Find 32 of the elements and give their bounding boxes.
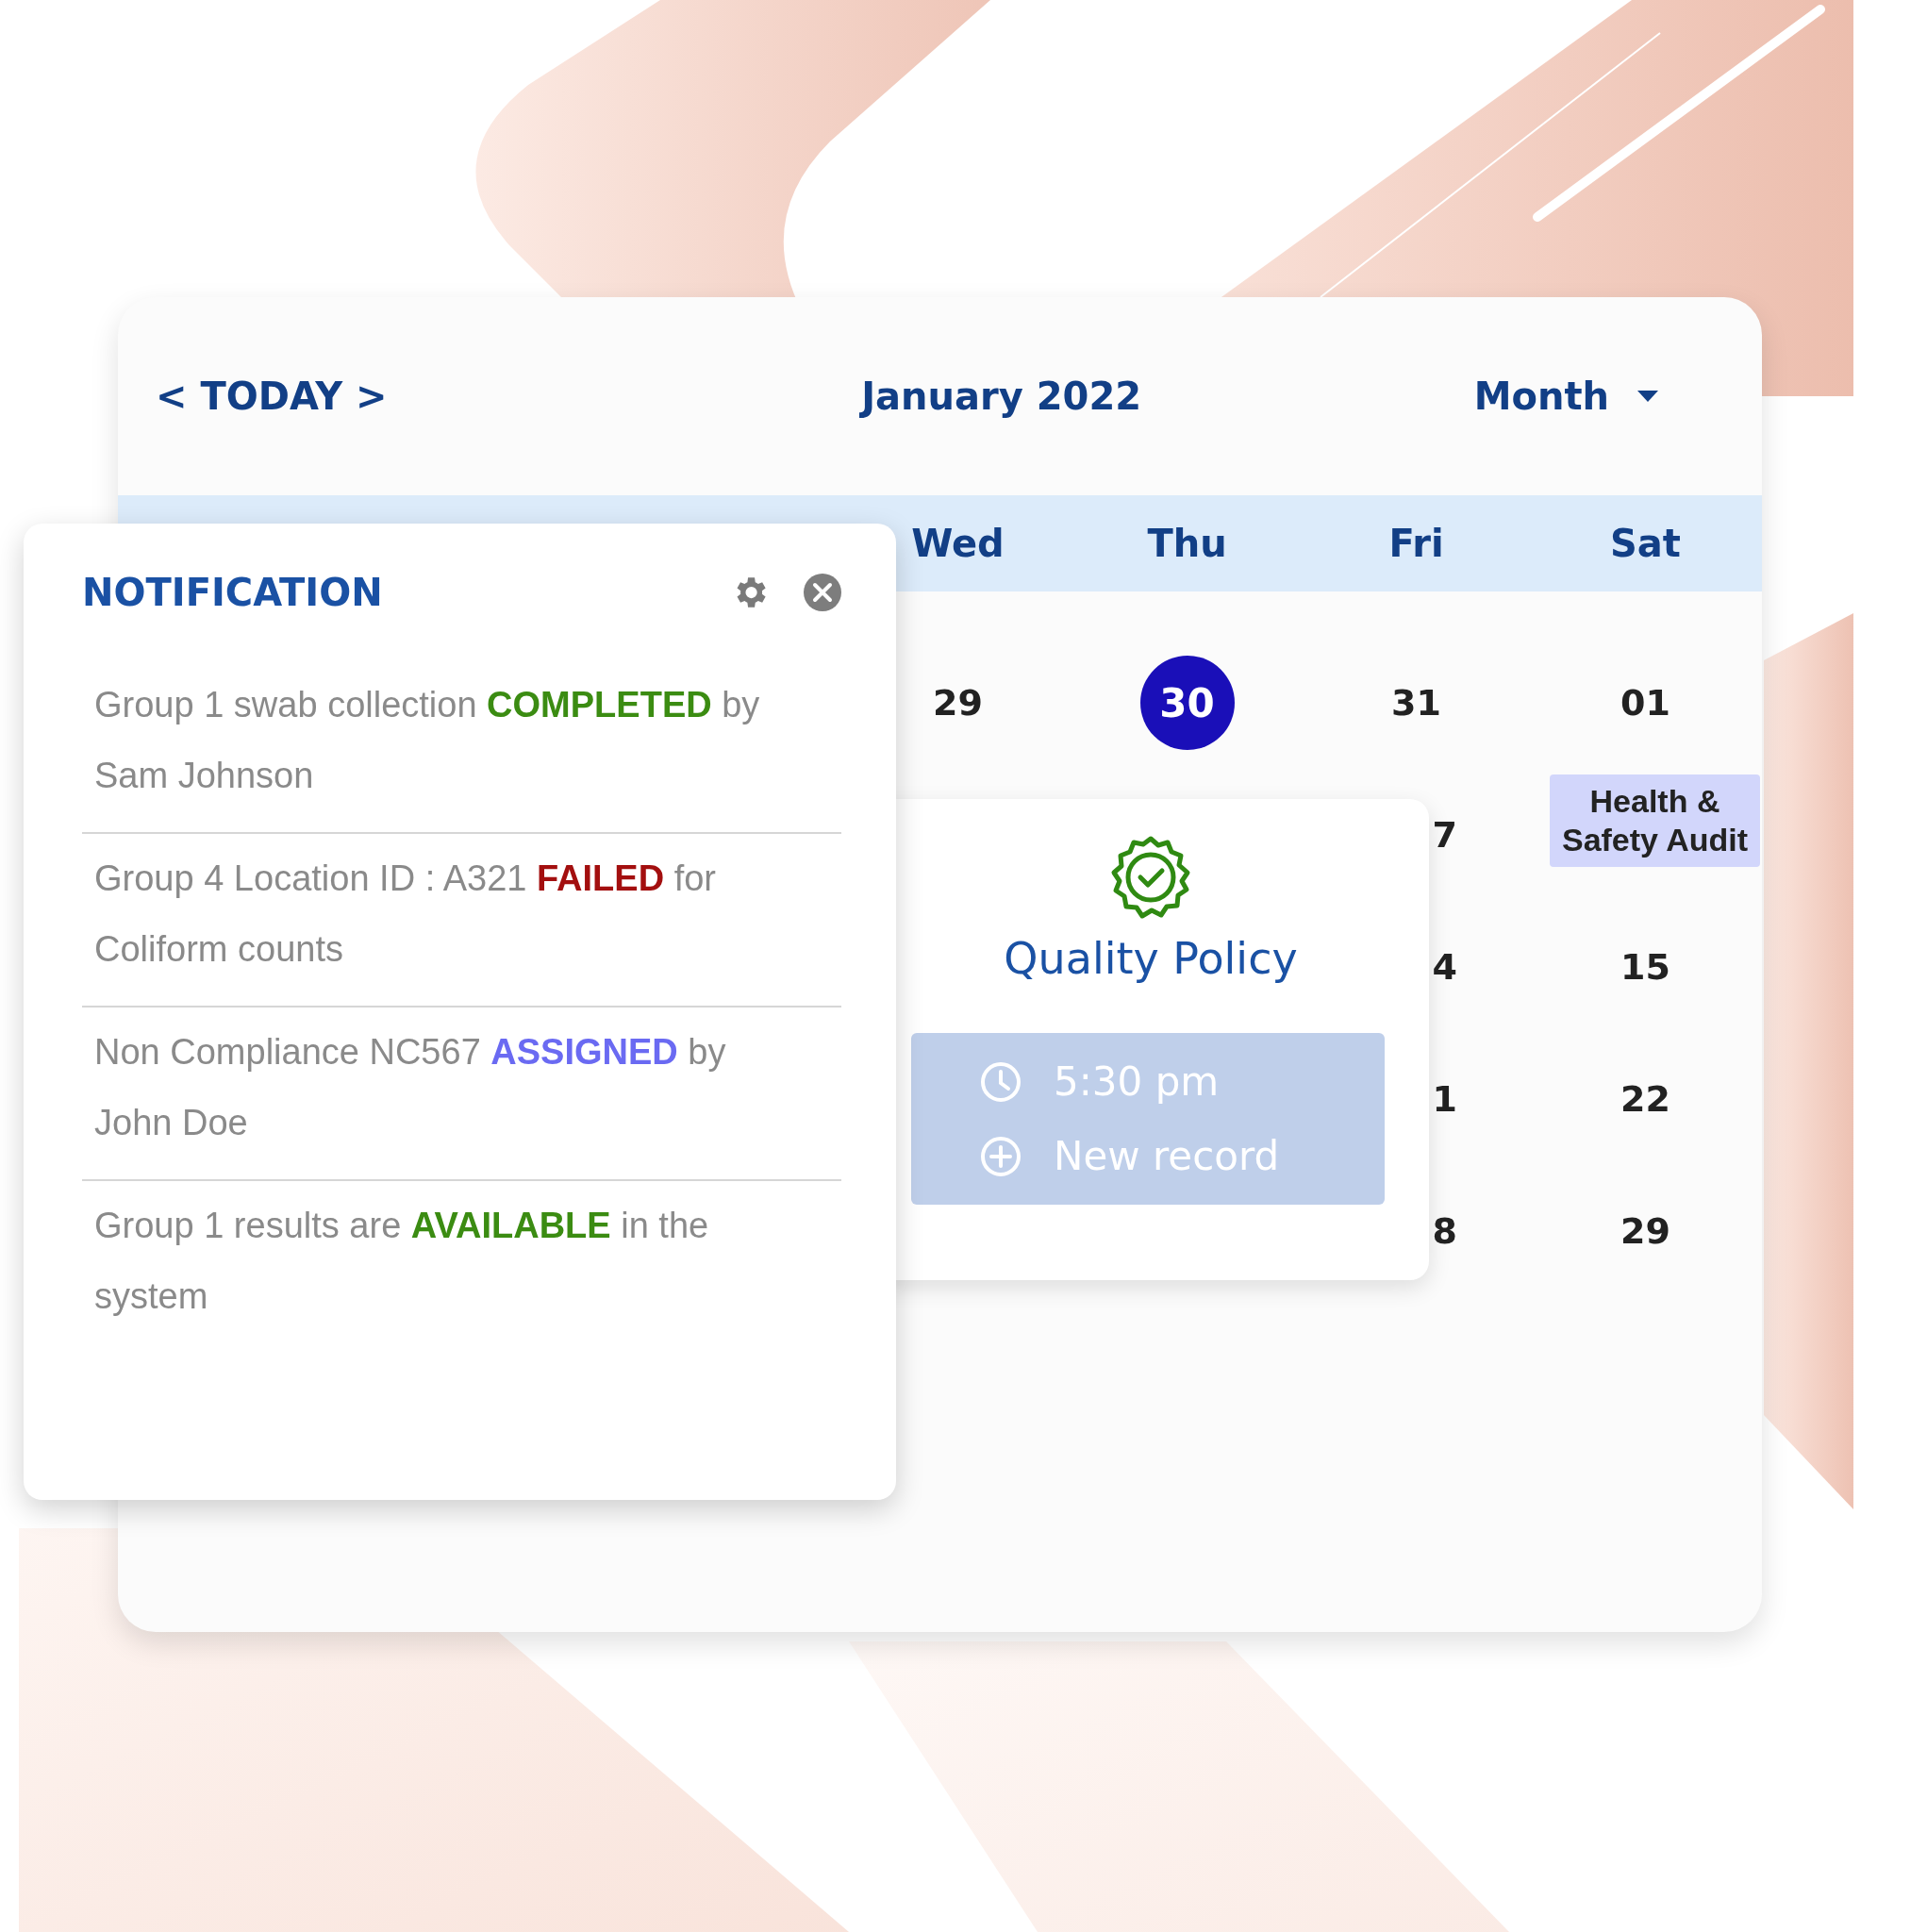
day-number[interactable]: 4 xyxy=(1432,946,1457,988)
weekday-label: Fri xyxy=(1387,522,1445,565)
notification-message: Non Compliance NC567 ASSIGNED by John Doe xyxy=(94,1031,727,1144)
event-title: Quality Policy xyxy=(1004,933,1298,984)
day-number[interactable]: 7 xyxy=(1432,814,1457,856)
plus-circle-icon xyxy=(980,1135,1022,1177)
day-number[interactable]: 31 xyxy=(1391,682,1441,724)
day-number[interactable]: 1 xyxy=(1432,1078,1457,1120)
previous-button[interactable]: < xyxy=(156,375,188,418)
notification-message: Group 1 swab collection COMPLETED by Sam Johnson xyxy=(94,684,761,797)
next-button[interactable]: > xyxy=(356,375,388,418)
event-tag[interactable]: Health & Safety Audit xyxy=(1550,774,1760,867)
weekday-label: Sat xyxy=(1609,522,1682,565)
day-number[interactable]: 29 xyxy=(1620,1210,1670,1252)
day-number[interactable]: 30 xyxy=(1139,656,1235,750)
caret-icon xyxy=(1637,391,1658,402)
close-icon[interactable] xyxy=(804,573,841,611)
event-time: 5:30 pm xyxy=(1054,1058,1220,1105)
month-title: January 2022 xyxy=(861,375,1142,418)
notification-message: Group 4 Location ID : A321 FAILED for Coliform counts xyxy=(94,858,717,971)
view-dropdown[interactable]: Month xyxy=(1473,375,1658,418)
day-number[interactable]: 01 xyxy=(1620,682,1670,724)
notification-title: NOTIFICATION xyxy=(82,570,383,614)
today-button[interactable]: TODAY xyxy=(200,375,343,418)
clock-icon xyxy=(980,1060,1022,1103)
weekday-label: Thu xyxy=(1146,522,1228,565)
day-number[interactable]: 29 xyxy=(933,682,983,724)
notification-message: Group 1 results are AVAILABLE in the system xyxy=(94,1205,710,1318)
weekday-label: Wed xyxy=(910,522,1005,565)
day-number[interactable]: 15 xyxy=(1620,946,1670,988)
day-number[interactable]: 8 xyxy=(1432,1210,1457,1252)
day-number[interactable]: 22 xyxy=(1620,1078,1670,1120)
